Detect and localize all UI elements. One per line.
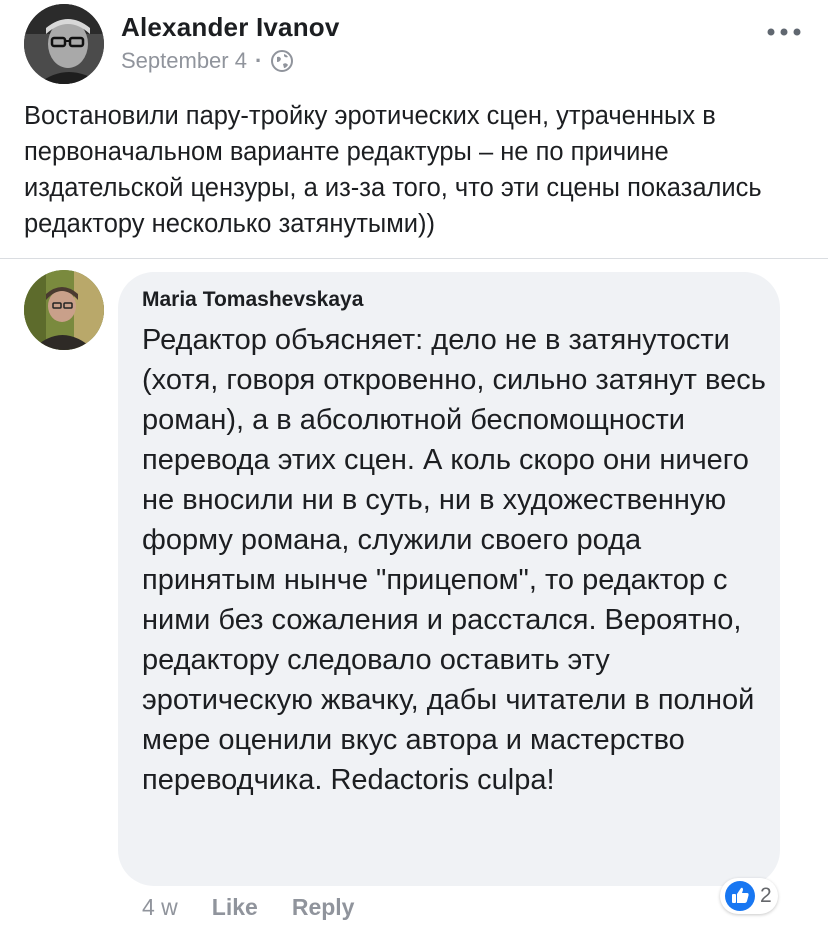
author-photo [24,4,104,84]
reply-button[interactable]: Reply [292,894,355,921]
post-meta: September 4 · [121,48,294,74]
comment-bubble: Maria Tomashevskaya Редактор объясняет: … [118,272,780,886]
more-options-icon[interactable] [764,22,804,42]
post-header: Alexander Ivanov September 4 · [24,4,804,84]
author-name[interactable]: Alexander Ivanov [121,12,340,43]
post-text: Востановили пару-тройку эротических сцен… [24,102,762,238]
like-icon [725,881,755,911]
comment-timestamp[interactable]: 4 w [142,894,178,921]
reaction-count: 2 [760,884,772,907]
globe-icon [271,50,294,72]
reaction-badge[interactable]: 2 [720,878,778,914]
commenter-photo [24,270,104,350]
author-avatar[interactable] [24,4,104,84]
commenter-avatar[interactable] [24,270,104,350]
comment-actions: 4 w Like Reply [142,894,388,921]
meta-separator: · [254,48,263,73]
post-date[interactable]: September 4 [121,48,247,74]
commenter-name[interactable]: Maria Tomashevskaya [142,288,363,312]
divider [0,258,828,259]
like-button[interactable]: Like [212,894,258,921]
comment-text: Редактор объясняет: дело не в затянутост… [142,324,766,796]
